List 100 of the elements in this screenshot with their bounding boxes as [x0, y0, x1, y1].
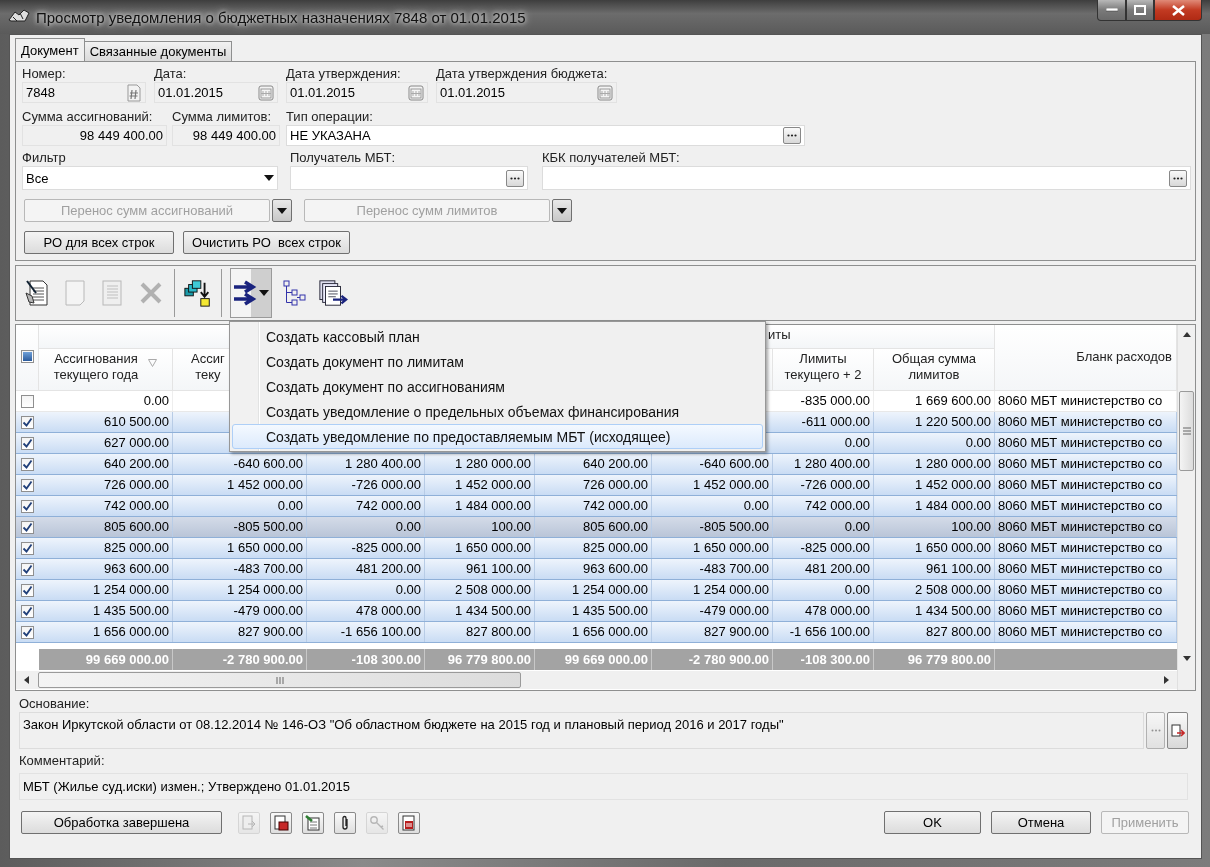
- table-cell: 1 254 000.00: [535, 580, 652, 600]
- table-cell: -483 700.00: [173, 559, 307, 579]
- table-cell: 1 650 000.00: [874, 538, 995, 558]
- table-cell: 1 434 500.00: [425, 601, 535, 621]
- total-cell: 96 779 800.00: [425, 649, 535, 670]
- table-cell: 1 434 500.00: [874, 601, 995, 621]
- table-cell: 1 650 000.00: [425, 538, 535, 558]
- field-label: Основание:: [19, 696, 91, 712]
- table-cell: -611 000.00: [773, 412, 874, 432]
- table-cell: 478 000.00: [773, 601, 874, 621]
- total-cell: 99 669 000.00: [39, 649, 173, 670]
- table-cell: 963 600.00: [39, 559, 173, 579]
- table-cell: 478 000.00: [307, 601, 425, 621]
- table-cell: 0.00: [173, 496, 307, 516]
- table-cell: -835 000.00: [773, 391, 874, 411]
- table-cell: 1 280 000.00: [425, 454, 535, 474]
- table-cell: 1 484 000.00: [425, 496, 535, 516]
- table-cell: 1 656 000.00: [535, 622, 652, 642]
- table-cell: 827 900.00: [173, 622, 307, 642]
- table-cell: 1 254 000.00: [652, 580, 773, 600]
- table-cell: 640 200.00: [535, 454, 652, 474]
- window-title: Просмотр уведомления о бюджетных назначениях 7848 от 01.01.2015: [36, 8, 527, 26]
- table-cell: 827 800.00: [425, 622, 535, 642]
- total-cell: 96 779 800.00: [874, 649, 995, 670]
- field-label: Дата:: [154, 66, 188, 82]
- field-label: Получатель МБТ:: [290, 150, 396, 166]
- table-cell: -805 500.00: [173, 517, 307, 537]
- table-cell: -825 000.00: [773, 538, 874, 558]
- table-cell: 1 254 000.00: [39, 580, 173, 600]
- table-cell: 742 000.00: [535, 496, 652, 516]
- table-cell: 1 452 000.00: [173, 475, 307, 495]
- table-cell: -726 000.00: [773, 475, 874, 495]
- table-cell: 805 600.00: [535, 517, 652, 537]
- table-cell: -1 656 100.00: [773, 622, 874, 642]
- table-cell: -479 000.00: [173, 601, 307, 621]
- table-cell: 742 000.00: [39, 496, 173, 516]
- table-cell: 1 650 000.00: [652, 538, 773, 558]
- table-cell: 2 508 000.00: [425, 580, 535, 600]
- table-cell: -1 656 100.00: [307, 622, 425, 642]
- table-cell: 1 280 000.00: [874, 454, 995, 474]
- table-cell: 1 656 000.00: [39, 622, 173, 642]
- field-label: Фильтр: [22, 150, 67, 166]
- table-cell: 825 000.00: [535, 538, 652, 558]
- table-cell: 1 435 500.00: [535, 601, 652, 621]
- table-cell: 1 452 000.00: [425, 475, 535, 495]
- table-cell: 100.00: [874, 517, 995, 537]
- table-cell: -479 000.00: [652, 601, 773, 621]
- total-cell: -108 300.00: [307, 649, 425, 670]
- table-cell: 1 484 000.00: [874, 496, 995, 516]
- table-cell: 726 000.00: [535, 475, 652, 495]
- table-cell: 825 000.00: [39, 538, 173, 558]
- table-cell: 0.00: [773, 433, 874, 453]
- table-cell: 1 650 000.00: [173, 538, 307, 558]
- table-cell: 1 280 400.00: [307, 454, 425, 474]
- table-cell: 0.00: [307, 517, 425, 537]
- field-label: Номер:: [22, 66, 67, 82]
- table-cell: 2 508 000.00: [874, 580, 995, 600]
- table-cell: 963 600.00: [535, 559, 652, 579]
- table-cell: 0.00: [773, 517, 874, 537]
- table-cell: 0.00: [773, 580, 874, 600]
- amount-field: 98 449 400.00: [22, 125, 167, 146]
- table-cell: 481 200.00: [773, 559, 874, 579]
- table-cell: -640 600.00: [173, 454, 307, 474]
- table-cell: 1 220 500.00: [874, 412, 995, 432]
- table-cell: 1 452 000.00: [874, 475, 995, 495]
- table-cell: 805 600.00: [39, 517, 173, 537]
- table-cell: 726 000.00: [39, 475, 173, 495]
- table-cell: 827 800.00: [874, 622, 995, 642]
- table-cell: 0.00: [307, 580, 425, 600]
- table-cell: 481 200.00: [307, 559, 425, 579]
- table-cell: 640 200.00: [39, 454, 173, 474]
- table-cell: 961 100.00: [874, 559, 995, 579]
- table-cell: 1 435 500.00: [39, 601, 173, 621]
- table-cell: -483 700.00: [652, 559, 773, 579]
- table-cell: 1 452 000.00: [652, 475, 773, 495]
- table-cell: 961 100.00: [425, 559, 535, 579]
- table-cell: -805 500.00: [652, 517, 773, 537]
- total-cell: -108 300.00: [773, 649, 874, 670]
- table-cell: 0.00: [39, 391, 173, 411]
- table-cell: 742 000.00: [773, 496, 874, 516]
- table-cell: 610 500.00: [39, 412, 173, 432]
- table-cell: 827 900.00: [652, 622, 773, 642]
- table-cell: 100.00: [425, 517, 535, 537]
- table-cell: 1 254 000.00: [173, 580, 307, 600]
- table-cell: 1 669 600.00: [874, 391, 995, 411]
- total-cell: -2 780 900.00: [652, 649, 773, 670]
- field-label: Тип операции:: [286, 109, 374, 125]
- field-label: Дата утверждения:: [286, 66, 402, 82]
- field-label: Дата утверждения бюджета:: [436, 66, 609, 82]
- table-cell: 0.00: [652, 496, 773, 516]
- total-cell: 99 669 000.00: [535, 649, 652, 670]
- field-label: КБК получателей МБТ:: [542, 150, 681, 166]
- field-label: Комментарий:: [19, 753, 106, 769]
- field-label: Сумма лимитов:: [172, 109, 273, 125]
- table-cell: 742 000.00: [307, 496, 425, 516]
- table-cell: -825 000.00: [307, 538, 425, 558]
- table-cell: 1 280 400.00: [773, 454, 874, 474]
- table-cell: -726 000.00: [307, 475, 425, 495]
- field-label: Сумма ассигнований:: [22, 109, 154, 125]
- table-cell: 627 000.00: [39, 433, 173, 453]
